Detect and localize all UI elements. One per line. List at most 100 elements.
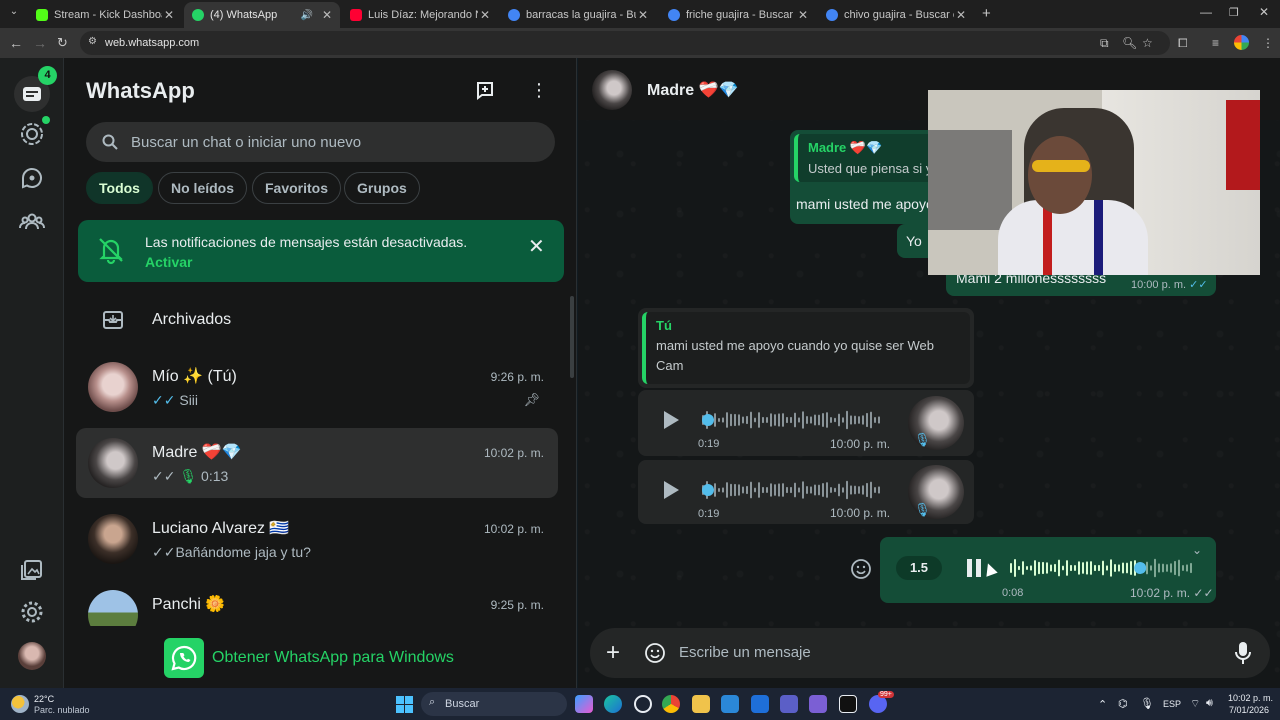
clock-time[interactable]: 10:02 p. m. (1228, 693, 1273, 703)
tab-google-friche[interactable]: friche guajira - Buscar con Goo ✕ (660, 4, 816, 26)
site-info-icon[interactable]: ⚙ (88, 36, 97, 47)
playback-position-handle[interactable] (1134, 562, 1147, 574)
minimize-button[interactable]: — (1200, 5, 1212, 19)
filter-groups[interactable]: Grupos (344, 172, 420, 204)
microphone-icon[interactable] (1234, 641, 1252, 665)
chat-row-panchi[interactable]: Panchi 🌼 9:25 p. m. (76, 580, 558, 626)
reading-list-icon[interactable]: ≡ (1212, 36, 1219, 50)
volume-icon[interactable]: 🔊︎ (1206, 697, 1213, 710)
weather-desc[interactable]: Parc. nublado (34, 705, 90, 715)
chevron-up-icon[interactable]: ⌃ (1098, 698, 1107, 711)
browser-menu-icon[interactable]: ⋮ (1262, 36, 1274, 50)
channels-icon[interactable] (18, 164, 46, 192)
close-icon[interactable]: ✕ (162, 8, 176, 22)
chat-row-madre[interactable]: Madre ❤️‍🩹💎 10:02 p. m. ✓✓ 🎙︎ 0:13 (76, 428, 558, 498)
voice-message-3[interactable]: 1.5 0:08 10:02 p. m. ✓✓ ⌄ (880, 537, 1216, 603)
input-language[interactable]: ESP (1163, 699, 1181, 709)
scrollbar[interactable] (570, 296, 574, 378)
close-icon[interactable]: ✕ (796, 8, 810, 22)
waveform-bar (1110, 559, 1112, 577)
close-icon[interactable]: ✕ (636, 8, 650, 22)
audio-waveform[interactable] (702, 406, 884, 434)
windows-start-icon[interactable] (396, 696, 413, 713)
get-app-banner[interactable]: Obtener WhatsApp para Windows (64, 626, 576, 688)
capcut-icon[interactable] (839, 695, 857, 713)
archived-row[interactable]: Archivados (64, 298, 569, 342)
chat-row-mio[interactable]: Mío ✨ (Tú) 9:26 p. m. ✓✓ Siii 📌︎ (76, 352, 558, 422)
extensions-icon[interactable]: ⧠ (1178, 36, 1188, 51)
tab-google-barracas[interactable]: barracas la guajira - Buscar con ✕ (500, 4, 656, 26)
install-app-icon[interactable]: ⧉ (1100, 36, 1109, 51)
play-icon[interactable] (658, 478, 682, 502)
quoted-message[interactable]: Tú mami usted me apoyo cuando yo quise s… (642, 312, 970, 384)
filter-unread[interactable]: No leídos (158, 172, 248, 204)
mic-tray-icon[interactable]: 🎙︎ (1140, 697, 1154, 710)
filter-all[interactable]: Todos (86, 172, 153, 204)
network-icon[interactable]: ⌬ (1118, 697, 1128, 710)
forward-button[interactable]: → (33, 35, 47, 51)
media-icon[interactable] (18, 556, 46, 584)
tab-list-button[interactable]: ⌄ (6, 6, 22, 22)
voice-message-1[interactable]: 0:19 10:00 p. m. 🎙︎ (638, 390, 974, 456)
chrome-icon[interactable] (662, 695, 680, 713)
filter-favorites[interactable]: Favoritos (252, 172, 342, 204)
playback-speed-button[interactable]: 1.5 (896, 556, 942, 580)
enable-notifications-link[interactable]: Activar (145, 254, 192, 270)
waveform-bar (814, 414, 816, 426)
file-explorer-icon[interactable] (692, 695, 710, 713)
playback-position-handle[interactable] (702, 414, 714, 426)
edge-icon[interactable] (604, 695, 622, 713)
voice-message-2[interactable]: 0:19 10:00 p. m. 🎙︎ (638, 460, 974, 524)
weather-temp[interactable]: 22°C (34, 694, 54, 704)
attach-plus-icon[interactable]: + (606, 639, 620, 667)
clock-date[interactable]: 7/01/2026 (1229, 705, 1269, 715)
store-icon[interactable] (721, 695, 739, 713)
message-input[interactable]: Escribe un mensaje (679, 644, 811, 661)
tab-kick[interactable]: Stream - Kick Dashboard ✕ (28, 4, 182, 26)
playback-position-handle[interactable] (702, 484, 714, 496)
taskbar-search[interactable]: ⌕ Buscar (421, 692, 567, 716)
communities-icon[interactable] (18, 208, 46, 236)
close-icon[interactable]: ✕ (528, 234, 545, 259)
chevron-down-icon[interactable]: ⌄ (1192, 543, 1202, 557)
incoming-quote-block[interactable]: Tú mami usted me apoyo cuando yo quise s… (638, 308, 974, 388)
search-input[interactable]: Buscar un chat o iniciar uno nuevo (86, 122, 555, 162)
audio-waveform[interactable] (702, 476, 884, 504)
menu-kebab-icon[interactable]: ⋮ (530, 80, 548, 101)
contact-avatar[interactable] (592, 70, 632, 110)
webcam-person-shirt (998, 200, 1148, 275)
audio-waveform[interactable] (1010, 554, 1196, 582)
openai-icon[interactable] (634, 695, 652, 713)
close-icon[interactable]: ✕ (954, 8, 968, 22)
wifi-icon[interactable]: ⌔ (1190, 697, 1200, 711)
close-icon[interactable]: ✕ (320, 8, 334, 22)
bookmark-star-icon[interactable]: ☆ (1142, 36, 1153, 50)
emoji-reaction-icon[interactable] (850, 558, 872, 580)
waveform-bar (750, 481, 752, 499)
speaker-icon[interactable]: 🔊 (300, 10, 314, 21)
profile-avatar[interactable] (1234, 35, 1249, 50)
new-tab-button[interactable]: + (982, 5, 991, 22)
close-icon[interactable]: ✕ (478, 8, 492, 22)
reload-button[interactable]: ↻ (57, 35, 68, 51)
teams-alt-icon[interactable] (809, 695, 827, 713)
tab-youtube[interactable]: Luis Díaz: Mejorando Nuestro I ✕ (342, 4, 498, 26)
copilot-icon[interactable] (575, 695, 593, 713)
chat-row-luciano[interactable]: Luciano Alvarez 🇺🇾 10:02 p. m. ✓✓Bañándo… (76, 504, 558, 574)
zoom-icon[interactable]: 🔍︎ (1122, 36, 1137, 50)
tab-google-chivo[interactable]: chivo guajira - Buscar con Goo ✕ (818, 4, 974, 26)
profile-avatar[interactable] (18, 642, 46, 670)
back-button[interactable]: ← (9, 35, 23, 51)
address-field[interactable]: ⚙ web.whatsapp.com (80, 31, 1170, 55)
restore-button[interactable]: ❐ (1229, 6, 1239, 19)
tab-whatsapp[interactable]: (4) WhatsApp 🔊 ✕ (184, 2, 340, 28)
settings-gear-icon[interactable] (18, 598, 46, 626)
close-window-button[interactable]: ✕ (1259, 5, 1269, 19)
weather-icon[interactable] (11, 695, 29, 713)
status-icon[interactable] (18, 120, 46, 148)
mail-icon[interactable] (751, 695, 769, 713)
play-icon[interactable] (658, 408, 682, 432)
new-chat-icon[interactable] (476, 80, 498, 100)
teams-icon[interactable] (780, 695, 798, 713)
emoji-icon[interactable] (644, 642, 666, 664)
